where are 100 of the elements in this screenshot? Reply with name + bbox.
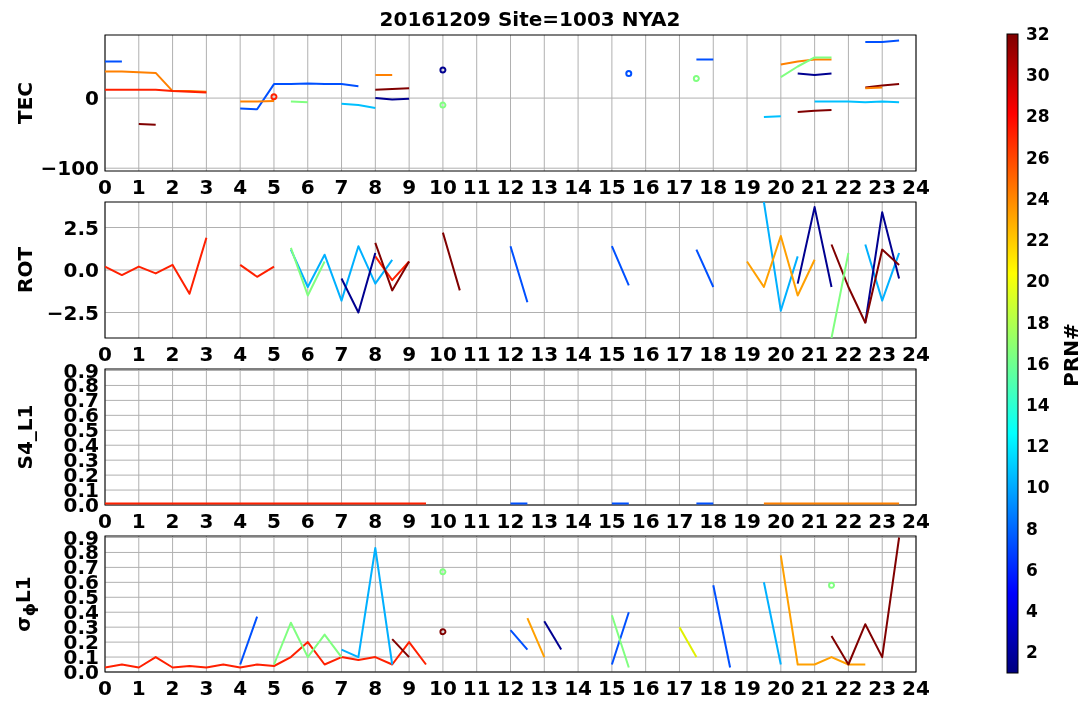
tick-label: 24: [902, 342, 930, 366]
tick-label: 8: [368, 676, 383, 700]
tick-label: 21: [800, 342, 829, 366]
tick-label: 19: [733, 676, 761, 700]
tick-label: 24: [902, 509, 930, 533]
tick-label: 14: [564, 676, 592, 700]
tick-label: 7: [334, 509, 349, 533]
tick-label: 22: [834, 342, 863, 366]
tick-label: 1: [131, 509, 146, 533]
tick-label: 13: [530, 676, 559, 700]
tick-label: 12: [496, 342, 525, 366]
tick-label: 2: [165, 676, 180, 700]
tick-label: 13: [530, 342, 559, 366]
tick-label: 23: [868, 342, 897, 366]
tick-label: 20: [766, 676, 795, 700]
tick-label: 0: [98, 509, 112, 533]
tick-label: 17: [665, 175, 694, 199]
tick-label: 24: [1026, 188, 1050, 209]
tick-label: 0: [85, 86, 99, 111]
tick-label: 10: [429, 509, 457, 533]
tick-label: 21: [800, 175, 829, 199]
tick-label: 8: [368, 175, 383, 199]
tick-label: 2: [165, 509, 180, 533]
tick-label: 14: [1026, 395, 1050, 416]
tick-label: 18: [699, 509, 728, 533]
tick-label: 9: [402, 342, 417, 366]
tick-label: 18: [699, 175, 728, 199]
tick-label: 16: [631, 509, 660, 533]
tick-label: 0: [98, 676, 112, 700]
chart-title: 20161209 Site=1003 NYA2: [378, 6, 682, 33]
tick-label: 16: [1026, 353, 1050, 374]
tick-label: 2: [1026, 642, 1038, 663]
tick-label: 17: [665, 509, 694, 533]
tick-label: 1: [131, 676, 146, 700]
tick-label: 13: [530, 175, 559, 199]
tick-label: 23: [868, 676, 897, 700]
tick-label: 6: [300, 342, 315, 366]
tick-label: 6: [300, 175, 315, 199]
tick-label: 4: [1026, 601, 1038, 622]
tick-label: 12: [496, 676, 525, 700]
tick-label: 23: [868, 509, 897, 533]
tick-label: 10: [429, 175, 457, 199]
tick-label: 19: [733, 342, 761, 366]
tick-label: 20: [766, 175, 795, 199]
tick-label: 4: [233, 342, 248, 366]
tick-label: 21: [800, 509, 829, 533]
axis-label: PRN#: [1059, 323, 1083, 387]
tick-label: 11: [462, 175, 491, 199]
tick-label: 15: [597, 509, 626, 533]
tick-label: 12: [496, 509, 525, 533]
tick-label: 15: [597, 342, 626, 366]
tick-label: 22: [834, 175, 863, 199]
tick-label: 16: [631, 175, 660, 199]
tick-label: 14: [564, 509, 592, 533]
tick-label: 16: [631, 342, 660, 366]
tick-label: 9: [402, 676, 417, 700]
tick-label: 11: [462, 342, 491, 366]
tick-label: 11: [462, 509, 491, 533]
tick-label: 16: [631, 676, 660, 700]
tick-label: 11: [462, 676, 491, 700]
tick-label: 1: [131, 175, 146, 199]
tick-label: 7: [334, 676, 349, 700]
tick-label: 12: [496, 175, 525, 199]
tick-label: 24: [902, 175, 930, 199]
tick-label: 10: [429, 676, 457, 700]
tick-label: 18: [1026, 312, 1050, 333]
tick-label: 0: [98, 175, 112, 199]
tick-label: 12: [1026, 436, 1050, 457]
tick-label: 15: [597, 175, 626, 199]
tick-label: 30: [1026, 65, 1050, 86]
tick-label: 24: [902, 676, 930, 700]
tick-label: 3: [199, 342, 214, 366]
tick-label: 5: [267, 509, 281, 533]
tick-label: 4: [233, 509, 248, 533]
tick-label: 6: [300, 676, 315, 700]
tick-label: 22: [1026, 230, 1050, 251]
axis-label: S4_L1: [13, 404, 37, 469]
tick-label: 22: [834, 509, 863, 533]
tick-label: 32: [1026, 24, 1050, 44]
tick-label: 26: [1026, 147, 1050, 168]
tick-label: 7: [334, 175, 349, 199]
tick-label: 14: [564, 175, 592, 199]
tick-label: 3: [199, 175, 214, 199]
tick-label: 28: [1026, 106, 1050, 127]
tick-label: 10: [429, 342, 457, 366]
tick-label: 3: [199, 676, 214, 700]
tick-label: 1: [131, 342, 146, 366]
tick-label: 6: [1026, 559, 1038, 580]
tick-label: 5: [267, 676, 281, 700]
tick-label: 7: [334, 342, 349, 366]
tick-label: 18: [699, 342, 728, 366]
tick-label: 14: [564, 342, 592, 366]
tick-label: 18: [699, 676, 728, 700]
tick-label: 20: [766, 509, 795, 533]
tick-label: −100: [40, 156, 99, 181]
tick-label: 22: [834, 676, 863, 700]
tick-label: 2.5: [63, 215, 99, 240]
tick-label: −2.5: [46, 300, 99, 325]
tick-label: 0: [98, 342, 112, 366]
tick-label: 9: [402, 509, 417, 533]
